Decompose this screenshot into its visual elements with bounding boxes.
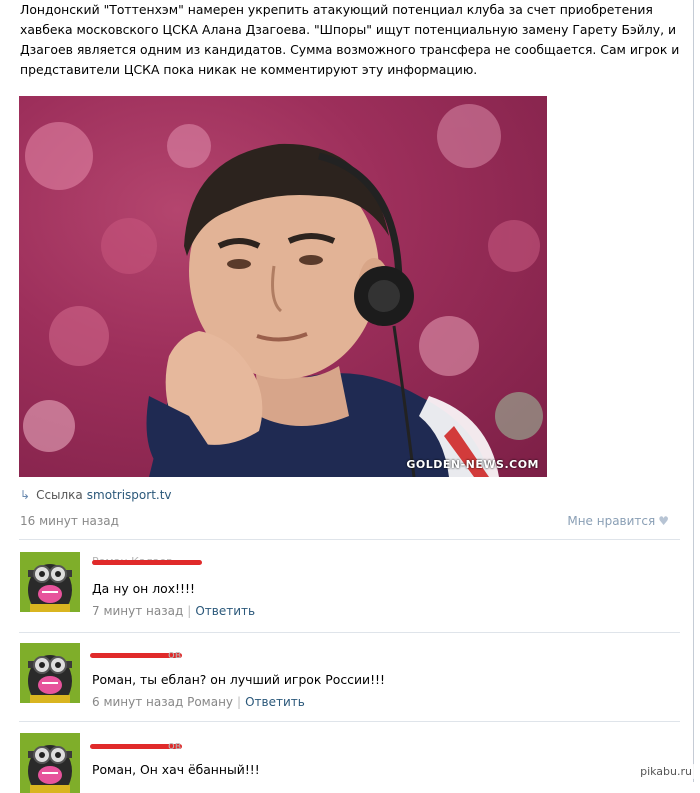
meta-separator: | — [237, 695, 242, 709]
comment-time[interactable]: 6 минут назад Роману — [92, 695, 233, 709]
post-text: Лондонский "Тоттенхэм" намерен укрепить … — [20, 2, 680, 77]
meta-separator: | — [187, 604, 192, 618]
page-right-border — [693, 0, 694, 782]
link-arrow-icon: ↳ — [20, 488, 31, 502]
comment-text: Роман, Он хач ёбанный!!! — [92, 762, 260, 777]
comment-text: Роман, ты еблан? он лучший игрок России!… — [92, 672, 385, 687]
like-label: Мне нравится — [567, 514, 656, 528]
photo-watermark: GOLDEN-NEWS.COM — [406, 458, 539, 471]
divider — [19, 721, 680, 722]
like-button[interactable]: Мне нравится ♥ — [567, 514, 669, 528]
photo-illustration — [23, 104, 543, 477]
comment-item: ов Роман, ты еблан? он лучший игрок Росс… — [20, 643, 680, 713]
link-label: Ссылка — [36, 488, 83, 502]
minion-avatar-icon — [20, 733, 80, 793]
source-link[interactable]: smotrisport.tv — [87, 488, 172, 502]
comment-item: Роман Калаев Да ну он лох!!!! 7 минут на… — [20, 552, 680, 622]
author-name-suffix[interactable]: ов — [168, 739, 181, 752]
minion-avatar-icon — [20, 552, 80, 612]
divider — [19, 632, 680, 633]
comment-text: Да ну он лох!!!! — [92, 581, 195, 596]
comment-meta: 6 минут назад Роману | Ответить — [92, 695, 305, 709]
avatar[interactable] — [20, 733, 80, 793]
post-link-row: ↳ Ссылка smotrisport.tv — [20, 488, 172, 502]
divider — [19, 539, 680, 540]
author-name-suffix[interactable]: ов — [168, 648, 181, 661]
reply-button[interactable]: Ответить — [195, 604, 255, 618]
post-time[interactable]: 16 минут назад — [20, 514, 119, 528]
minion-avatar-icon — [20, 643, 80, 703]
comment-meta: 7 минут назад | Ответить — [92, 604, 255, 618]
site-watermark: pikabu.ru — [636, 764, 696, 779]
heart-icon: ♥ — [658, 514, 669, 528]
comment-time[interactable]: 7 минут назад — [92, 604, 183, 618]
post-photo[interactable]: GOLDEN-NEWS.COM — [19, 96, 547, 477]
comment-item: ов Роман, Он хач ёбанный!!! — [20, 733, 680, 793]
avatar[interactable] — [20, 643, 80, 703]
reply-button[interactable]: Ответить — [245, 695, 305, 709]
redaction-mark — [92, 560, 202, 565]
avatar[interactable] — [20, 552, 80, 612]
